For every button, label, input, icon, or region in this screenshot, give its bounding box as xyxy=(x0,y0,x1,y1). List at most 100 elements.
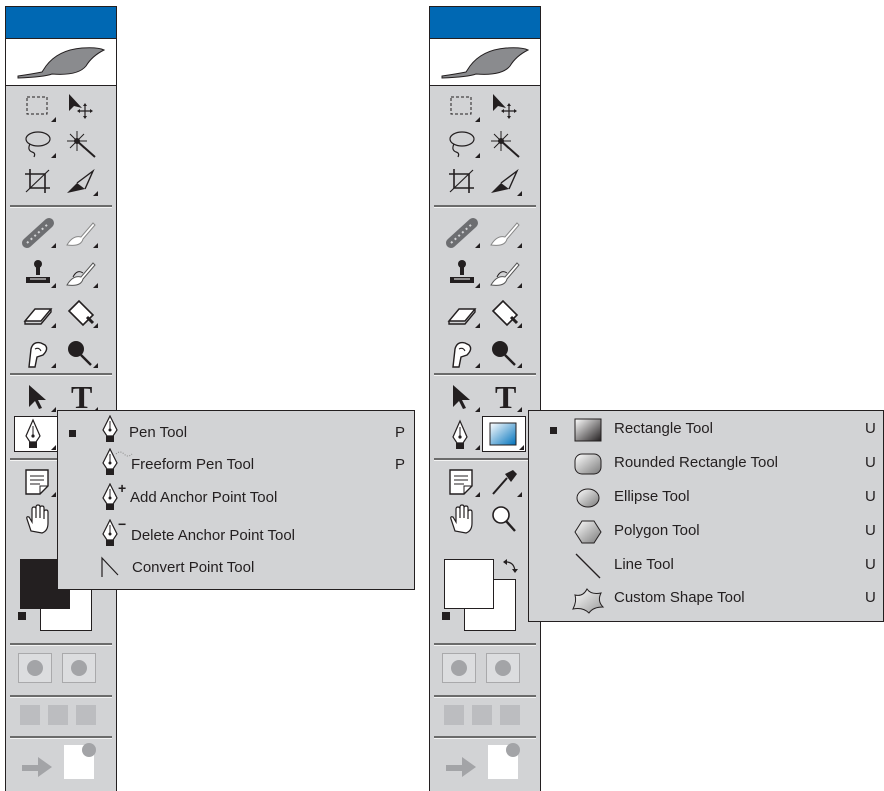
menu-item-custom-shape[interactable]: Custom Shape Tool U xyxy=(529,585,883,619)
toolbox-divider xyxy=(434,736,536,739)
path-selection-tool[interactable] xyxy=(445,381,481,413)
menu-item-line[interactable]: Line Tool U xyxy=(529,549,883,583)
eraser-tool[interactable] xyxy=(21,297,57,329)
crop-tool[interactable] xyxy=(445,165,481,197)
slice-tool[interactable] xyxy=(487,165,523,197)
ellipse-icon xyxy=(573,485,603,516)
marquee-tool[interactable] xyxy=(21,91,57,123)
slice-tool[interactable] xyxy=(63,165,99,197)
history-brush-tool[interactable] xyxy=(63,257,99,289)
menu-item-pen[interactable]: Pen Tool P xyxy=(58,414,414,450)
menu-item-label: Convert Point Tool xyxy=(132,559,255,576)
submenu-indicator xyxy=(475,492,480,497)
crop-icon xyxy=(21,165,57,197)
toolbox-title-bar[interactable] xyxy=(6,7,116,39)
move-tool[interactable] xyxy=(63,91,99,123)
quick-mask-mode-button[interactable] xyxy=(486,653,520,683)
move-tool[interactable] xyxy=(487,91,523,123)
submenu-indicator xyxy=(51,243,56,248)
type-icon: T xyxy=(495,379,517,415)
toolbox-divider xyxy=(10,736,112,739)
imageready-icon xyxy=(64,743,96,779)
smudge-tool[interactable] xyxy=(445,337,481,369)
menu-item-label: Pen Tool xyxy=(129,424,188,441)
eraser-tool[interactable] xyxy=(445,297,481,329)
toolbox-divider xyxy=(434,458,536,461)
menu-item-label: Add Anchor Point Tool xyxy=(130,489,278,506)
standard-screen-mode-button[interactable] xyxy=(20,705,40,725)
magic-wand-tool[interactable] xyxy=(487,127,523,159)
marquee-tool[interactable] xyxy=(445,91,481,123)
notes-tool[interactable] xyxy=(445,466,481,498)
brush-tool[interactable] xyxy=(63,217,99,249)
standard-screen-mode-button[interactable] xyxy=(444,705,464,725)
toolbox-title-bar[interactable] xyxy=(430,7,540,39)
submenu-indicator xyxy=(475,117,480,122)
pen-icon xyxy=(98,414,124,450)
full-screen-mode-button[interactable] xyxy=(500,705,520,725)
crop-tool[interactable] xyxy=(21,165,57,197)
submenu-indicator xyxy=(517,407,522,412)
foreground-color-swatch[interactable] xyxy=(444,559,494,609)
toolbox-divider xyxy=(10,205,112,208)
healing-brush-tool[interactable] xyxy=(445,217,481,249)
submenu-indicator xyxy=(93,243,98,248)
logo[interactable] xyxy=(6,39,116,86)
menu-item-freeform-pen[interactable]: Freeform Pen Tool P xyxy=(58,447,414,482)
notes-tool[interactable] xyxy=(21,466,57,498)
magic-wand-tool[interactable] xyxy=(63,127,99,159)
type-tool[interactable]: T xyxy=(63,379,99,415)
jump-arrow-icon xyxy=(22,757,52,777)
clone-stamp-tool[interactable] xyxy=(445,257,481,289)
dodge-tool[interactable] xyxy=(487,337,523,369)
dodge-tool[interactable] xyxy=(63,337,99,369)
eyedropper-tool[interactable] xyxy=(487,466,523,498)
menu-item-rounded-rectangle[interactable]: Rounded Rectangle Tool U xyxy=(529,449,883,483)
menu-item-delete-anchor-point[interactable]: − Delete Anchor Point Tool xyxy=(58,516,414,553)
submenu-indicator xyxy=(51,117,56,122)
menu-item-polygon[interactable]: Polygon Tool U xyxy=(529,517,883,551)
jump-to-imageready-button[interactable] xyxy=(444,745,484,779)
default-colors-icon[interactable] xyxy=(442,612,450,620)
feather-logo-icon xyxy=(441,47,530,79)
brush-tool[interactable] xyxy=(487,217,523,249)
default-colors-icon[interactable] xyxy=(18,612,26,620)
standard-mode-button[interactable] xyxy=(442,653,476,683)
quick-mask-mode-button[interactable] xyxy=(62,653,96,683)
menu-item-rectangle[interactable]: Rectangle Tool U xyxy=(529,415,883,449)
lasso-tool[interactable] xyxy=(21,127,57,159)
clone-stamp-tool[interactable] xyxy=(21,257,57,289)
full-screen-menu-mode-button[interactable] xyxy=(472,705,492,725)
menu-item-label: Freeform Pen Tool xyxy=(131,456,255,473)
zoom-icon xyxy=(487,503,523,535)
menu-item-shortcut: U xyxy=(865,556,876,573)
paint-bucket-tool[interactable] xyxy=(487,297,523,329)
menu-item-ellipse[interactable]: Ellipse Tool U xyxy=(529,483,883,517)
swap-colors-icon[interactable] xyxy=(502,559,518,575)
logo[interactable] xyxy=(430,39,540,86)
line-icon xyxy=(573,551,603,586)
healing-brush-tool[interactable] xyxy=(21,217,57,249)
lasso-tool[interactable] xyxy=(445,127,481,159)
paint-bucket-tool[interactable] xyxy=(63,297,99,329)
menu-item-convert-point[interactable]: Convert Point Tool xyxy=(58,553,414,587)
jump-to-imageready-button[interactable] xyxy=(20,745,60,779)
move-icon xyxy=(63,91,99,123)
pen-tool[interactable] xyxy=(445,419,481,451)
full-screen-menu-mode-button[interactable] xyxy=(48,705,68,725)
hand-tool[interactable] xyxy=(21,503,57,535)
type-tool[interactable]: T xyxy=(487,379,523,415)
smudge-tool[interactable] xyxy=(21,337,57,369)
pen-tool[interactable] xyxy=(14,416,58,452)
zoom-tool[interactable] xyxy=(487,503,523,535)
rectangle-tool[interactable] xyxy=(482,416,526,452)
magic-wand-icon xyxy=(63,127,99,159)
history-brush-tool[interactable] xyxy=(487,257,523,289)
menu-item-shortcut: U xyxy=(865,488,876,505)
full-screen-mode-button[interactable] xyxy=(76,705,96,725)
path-selection-tool[interactable] xyxy=(21,381,57,413)
jump-arrow-icon xyxy=(446,757,476,777)
hand-tool[interactable] xyxy=(445,503,481,535)
menu-item-add-anchor-point[interactable]: + Add Anchor Point Tool xyxy=(58,480,414,517)
standard-mode-button[interactable] xyxy=(18,653,52,683)
